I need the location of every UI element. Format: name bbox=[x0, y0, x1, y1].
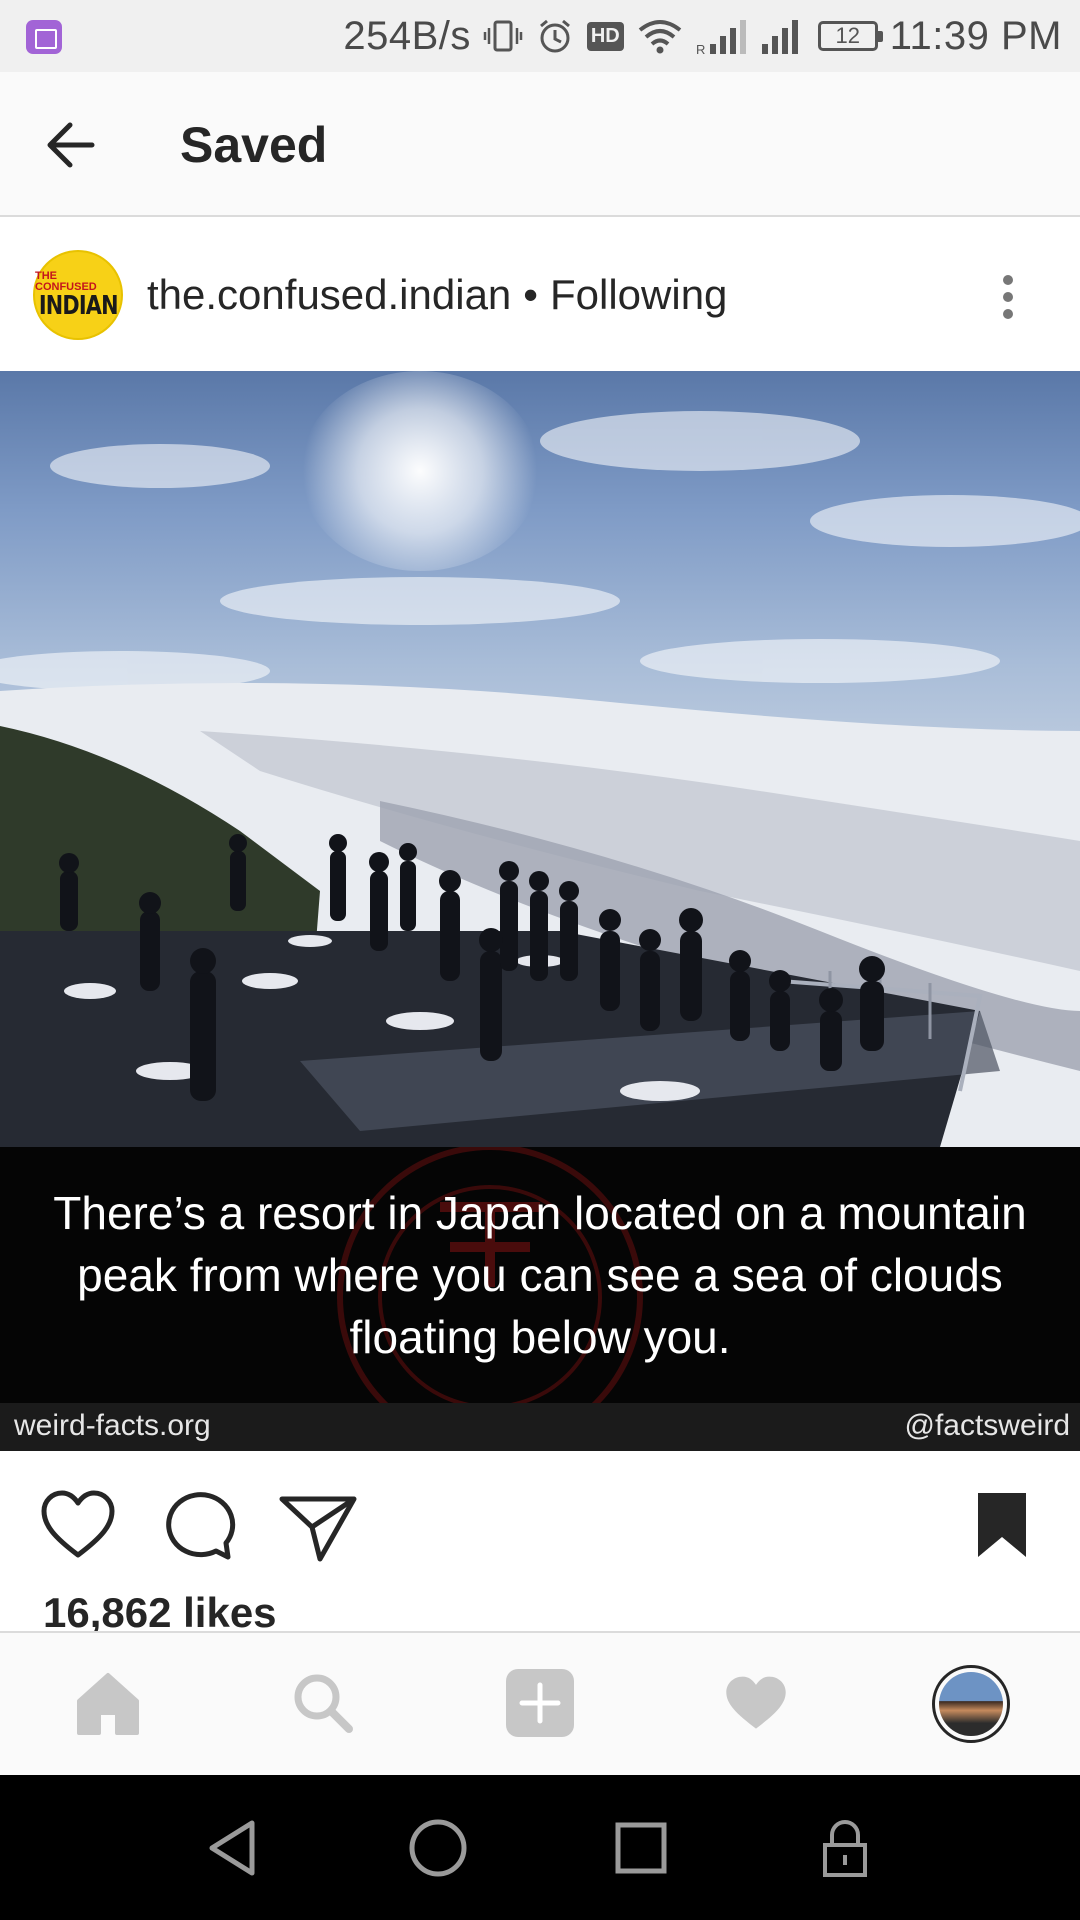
network-speed: 254B/s bbox=[343, 13, 471, 58]
gallery-notification-icon bbox=[26, 20, 62, 54]
image-source-strip: weird-facts.org @factsweird bbox=[0, 1403, 1080, 1451]
status-time: 11:39 PM bbox=[889, 13, 1062, 58]
alarm-icon bbox=[539, 19, 570, 53]
circle-home-icon bbox=[409, 1819, 467, 1877]
system-lock-button[interactable] bbox=[812, 1815, 878, 1881]
lock-icon bbox=[823, 1820, 867, 1877]
post-username[interactable]: the.confused.indian bbox=[147, 271, 511, 318]
share-button[interactable] bbox=[278, 1487, 358, 1567]
bottom-navigation bbox=[0, 1631, 1080, 1775]
page-title: Saved bbox=[180, 117, 328, 173]
plus-square-icon bbox=[506, 1669, 574, 1737]
system-back-button[interactable] bbox=[200, 1815, 266, 1881]
search-icon bbox=[294, 1674, 353, 1733]
like-button[interactable] bbox=[38, 1487, 118, 1567]
status-indicators: 254B/s HD R 12 11:39 PM bbox=[343, 10, 1062, 62]
image-source-site: weird-facts.org bbox=[14, 1409, 211, 1442]
image-caption-text: There’s a resort in Japan located on a m… bbox=[53, 1187, 1027, 1363]
signal-roaming-icon: R bbox=[696, 20, 746, 56]
account-avatar[interactable]: THE CONFUSED INDIAN bbox=[33, 250, 123, 340]
nav-search-button[interactable] bbox=[283, 1663, 363, 1743]
likes-count[interactable]: 16,862 likes bbox=[43, 1589, 277, 1637]
follow-status[interactable]: Following bbox=[550, 271, 727, 318]
image-caption-block: There’s a resort in Japan located on a m… bbox=[0, 1147, 1080, 1403]
nav-home-button[interactable] bbox=[68, 1663, 148, 1743]
square-recents-icon bbox=[615, 1822, 667, 1874]
post-user-line: the.confused.indian • Following bbox=[147, 271, 727, 319]
svg-text:R: R bbox=[696, 42, 705, 56]
system-recents-button[interactable] bbox=[608, 1815, 674, 1881]
signal-icon bbox=[761, 20, 798, 54]
hd-badge: HD bbox=[586, 21, 624, 51]
heart-filled-icon bbox=[726, 1676, 786, 1729]
comment-button[interactable] bbox=[158, 1487, 238, 1567]
system-home-button[interactable] bbox=[405, 1815, 471, 1881]
vibrate-icon bbox=[483, 20, 523, 52]
paper-plane-icon bbox=[279, 1496, 357, 1562]
profile-avatar bbox=[939, 1672, 1003, 1736]
battery-icon: 12 bbox=[817, 21, 883, 51]
heart-outline-icon bbox=[41, 1490, 115, 1558]
separator-dot: • bbox=[523, 271, 538, 318]
avatar-logo-big-text: INDIAN bbox=[38, 291, 119, 321]
image-source-handle: @factsweird bbox=[904, 1409, 1071, 1442]
home-icon bbox=[77, 1673, 139, 1735]
speech-bubble-icon bbox=[166, 1492, 236, 1560]
dot bbox=[1003, 309, 1013, 319]
triangle-back-icon bbox=[209, 1820, 255, 1876]
post-image[interactable]: There’s a resort in Japan located on a m… bbox=[0, 371, 1080, 1451]
nav-activity-button[interactable] bbox=[716, 1663, 796, 1743]
system-navigation-bar bbox=[0, 1775, 1080, 1920]
vertical-dots-icon bbox=[1003, 275, 1013, 285]
resort-photo bbox=[0, 371, 1080, 1147]
nav-profile-button[interactable] bbox=[932, 1665, 1010, 1743]
wifi-icon bbox=[638, 20, 681, 54]
status-bar: 254B/s HD R 12 11:39 PM bbox=[0, 0, 1080, 72]
post-header: THE CONFUSED INDIAN the.confused.indian •… bbox=[0, 219, 1080, 371]
app-header: Saved bbox=[0, 72, 1080, 217]
post-actions: 16,862 likes bbox=[0, 1451, 1080, 1636]
save-button[interactable] bbox=[962, 1487, 1042, 1567]
bookmark-filled-icon bbox=[978, 1493, 1026, 1557]
avatar-logo-small-text: THE CONFUSED bbox=[35, 270, 97, 293]
dot bbox=[1003, 292, 1013, 302]
arrow-left-icon bbox=[47, 122, 95, 168]
battery-level: 12 bbox=[835, 23, 860, 48]
photo-scene bbox=[0, 411, 1080, 1147]
back-button[interactable] bbox=[38, 112, 104, 178]
nav-new-post-button[interactable] bbox=[500, 1663, 580, 1743]
more-options-button[interactable] bbox=[990, 269, 1026, 325]
